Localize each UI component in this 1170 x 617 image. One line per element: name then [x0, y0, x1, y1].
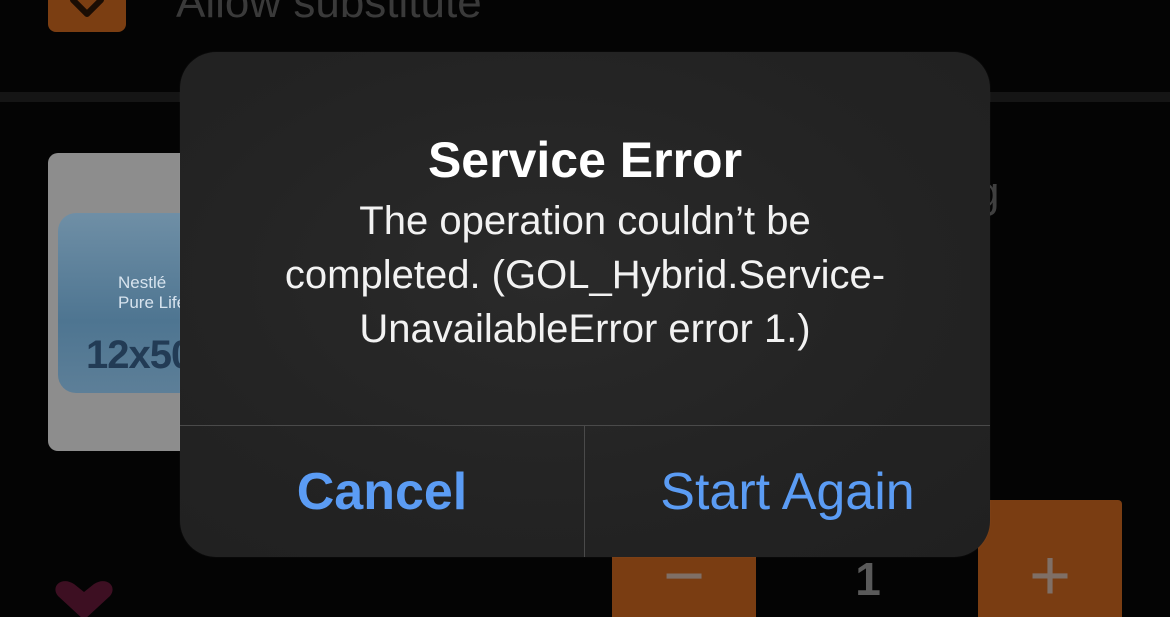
alert-title: Service Error — [427, 132, 743, 188]
alert-actions: Cancel Start Again — [180, 425, 990, 557]
quantity-value: 1 — [855, 553, 881, 605]
alert-message-line: UnavailableError error 1.) — [359, 307, 811, 351]
cancel-button[interactable]: Cancel — [180, 426, 585, 557]
product-brand: Nestlé Pure Life — [118, 273, 187, 312]
start-again-button[interactable]: Start Again — [585, 426, 990, 557]
app-screen: Allow substitute Nestlé Pure Life 12x50 … — [0, 0, 1170, 617]
alert-message-line: completed. (GOL_Hybrid.Service- — [284, 253, 886, 297]
allow-substitute-checkbox[interactable] — [48, 0, 126, 32]
product-pack-size: 12x50 — [86, 333, 193, 377]
service-error-alert: Service Error The operation couldn’t be … — [180, 52, 990, 557]
alert-message-line: The operation couldn’t be — [359, 199, 811, 243]
heart-icon[interactable] — [52, 580, 116, 617]
increase-quantity-button[interactable]: + — [978, 500, 1122, 617]
alert-message: The operation couldn’t be completed. (GO… — [220, 194, 950, 356]
checkmark-icon — [70, 0, 104, 17]
allow-substitute-label: Allow substitute — [176, 0, 482, 27]
plus-icon: + — [1028, 536, 1072, 616]
